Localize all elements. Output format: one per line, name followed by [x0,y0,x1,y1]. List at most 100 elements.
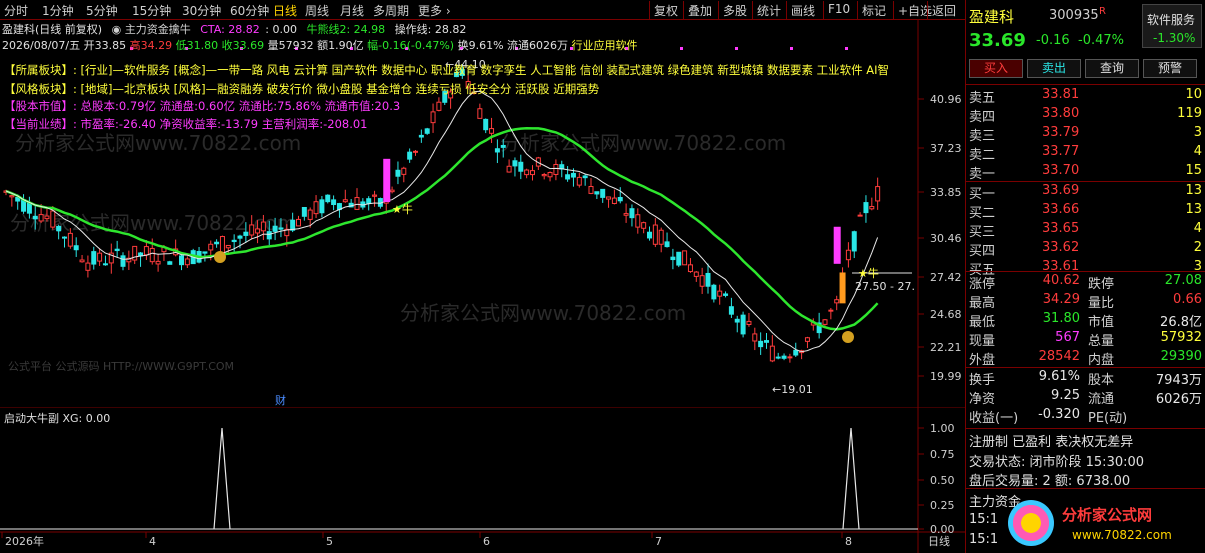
stat-label: 市值 [1088,315,1115,330]
stat-value: 9.25 [1051,388,1080,403]
timeframe-tab[interactable]: 更多 › [418,2,451,19]
sector-badge[interactable]: 软件服务 -1.30% [1142,4,1202,48]
candle-body [331,199,337,206]
stat-value: 27.08 [1164,273,1202,288]
candle-body [682,250,688,266]
candle-body [266,231,272,240]
timeframe-tab[interactable]: 分时 [4,2,28,19]
candle-body [219,236,225,253]
candle-body [723,293,729,296]
price-axis-label: 33.85 [930,186,962,199]
bid-price: 33.62 [1042,240,1080,255]
kline-chart[interactable]: 40.96 37.23 33.85 30.46 27.42 24.68 22.21 19.99… [0,20,965,410]
timeframe-tab[interactable]: 30分钟 [182,2,221,19]
stat-value: 31.80 [1042,311,1080,326]
candle-body [155,260,161,265]
candle-body [413,150,418,153]
chart-header: 盈建科(日线 前复权) ◉ 主力资金擒牛 CTA: 28.82 : 0.00 牛… [2,21,466,37]
candle-body [120,255,126,267]
candle-body [728,306,734,315]
signal-dot [680,47,683,50]
stat-label: 换手 [969,373,996,388]
toolbar-button[interactable]: 返回 [927,1,960,19]
toolbar-button[interactable]: 叠加 [683,1,716,19]
candle-body [787,356,793,359]
candle-body [734,318,740,323]
chart-title: 盈建科(日线 前复权) [2,23,103,36]
divider [966,84,1205,85]
toolbar-button[interactable]: 统计 [752,1,785,19]
candle-body [828,309,834,312]
candle-body [857,214,863,217]
toolbar-button[interactable]: 画线 [786,1,819,19]
signal-bar [833,226,841,264]
money-bag-icon [214,251,226,263]
sector-badge-name: 软件服务 [1147,13,1196,27]
timeframe-tab[interactable]: 月线 [340,2,364,19]
candle-body [740,314,746,335]
logo-url: www.70822.com [1072,528,1172,542]
stat-value: 7943万 [1155,373,1202,388]
candle-body [418,134,424,138]
timeframe-tab[interactable]: 日线 [273,2,297,19]
bar-date: 2026/08/07/五 [2,39,81,52]
sub-indicator-chart[interactable]: 1.000.750.500.250.002026年 4 5 6 7 8 日线 [0,408,965,553]
toolbar-button[interactable]: 复权 [649,1,682,19]
period-toolbar: 分时 1分钟 5分钟 15分钟 30分钟 60分钟 日线 周线 月线 多周期 更多 › 复权 叠加 多股统… [0,0,965,20]
timeframe-tab[interactable]: 60分钟 [230,2,269,19]
candle-body [477,108,483,119]
finance-marker[interactable]: 财 [275,393,286,407]
bid-row: 买二 33.66 13 [966,201,1205,221]
logo-icon [1008,500,1054,546]
candle-body [325,194,331,203]
candle-body [307,209,313,220]
candle-body [214,241,220,245]
perf-text: 市盈率:-26.40 净资收益率:-13.79 主营利润率:-208.01 [80,117,368,131]
date-axis-label: 5 [326,535,333,548]
timeframe-tab[interactable]: 周线 [305,2,329,19]
trade-button[interactable]: 预警 [1143,59,1197,78]
style-label: 【风格板块】: [4,82,77,96]
candle-body [342,199,348,203]
bid-volume: 4 [1193,221,1202,236]
stat-row: 现量 567 总量 57932 [966,329,1205,349]
candle-body [875,186,881,202]
price-axis-label: 19.99 [930,370,962,383]
registration-info: 注册制 已盈利 表决权无差异 [969,435,1134,450]
candle-body [588,186,594,194]
trade-button[interactable]: 查询 [1085,59,1139,78]
stat-row: 最高 34.29 量比 0.66 [966,291,1205,311]
bid-label: 买二 [969,206,996,221]
signal-dot [735,47,738,50]
price-axis-label: 22.21 [930,341,962,354]
toolbar-button[interactable]: 标记 [857,1,890,19]
trade-button[interactable]: 买入 [969,59,1023,78]
sector-badge-pct: -1.30% [1153,31,1196,45]
candle-body [576,176,582,186]
site-logo: 分析家公式网 www.70822.com [1006,498,1204,552]
timeframe-tab[interactable]: 5分钟 [86,2,118,19]
low-marker: ←19.01 [772,383,813,396]
candle-body [670,256,676,261]
industry-tag: 行业应用软件 [571,39,638,52]
stock-code: 300935 [1049,8,1099,23]
timeframe-tab[interactable]: 多周期 [373,2,409,19]
last-price: 33.69 [969,30,1026,51]
trade-button[interactable]: 卖出 [1027,59,1081,78]
candle-body [530,170,535,176]
bid-volume: 2 [1193,240,1202,255]
bid-label: 买三 [969,225,996,240]
ohlc-line: 2026/08/07/五 开33.85 高34.29 低31.80 收33.69… [2,37,638,53]
candle-body [541,174,547,177]
timeframe-tab[interactable]: 1分钟 [42,2,74,19]
toolbar-button[interactable]: F10 [823,1,854,19]
candle-body [114,248,120,252]
ask-volume: 10 [1185,87,1202,102]
candle-body [752,333,758,342]
range-marker: 27.50 - 27. [855,280,915,293]
bid-price: 33.66 [1042,202,1080,217]
toolbar-button[interactable]: 多股 [718,1,751,19]
indicator-name[interactable]: ◉ 主力资金擒牛 [112,23,191,36]
price-change-pct: -0.47% [1078,33,1124,48]
timeframe-tab[interactable]: 15分钟 [132,2,171,19]
